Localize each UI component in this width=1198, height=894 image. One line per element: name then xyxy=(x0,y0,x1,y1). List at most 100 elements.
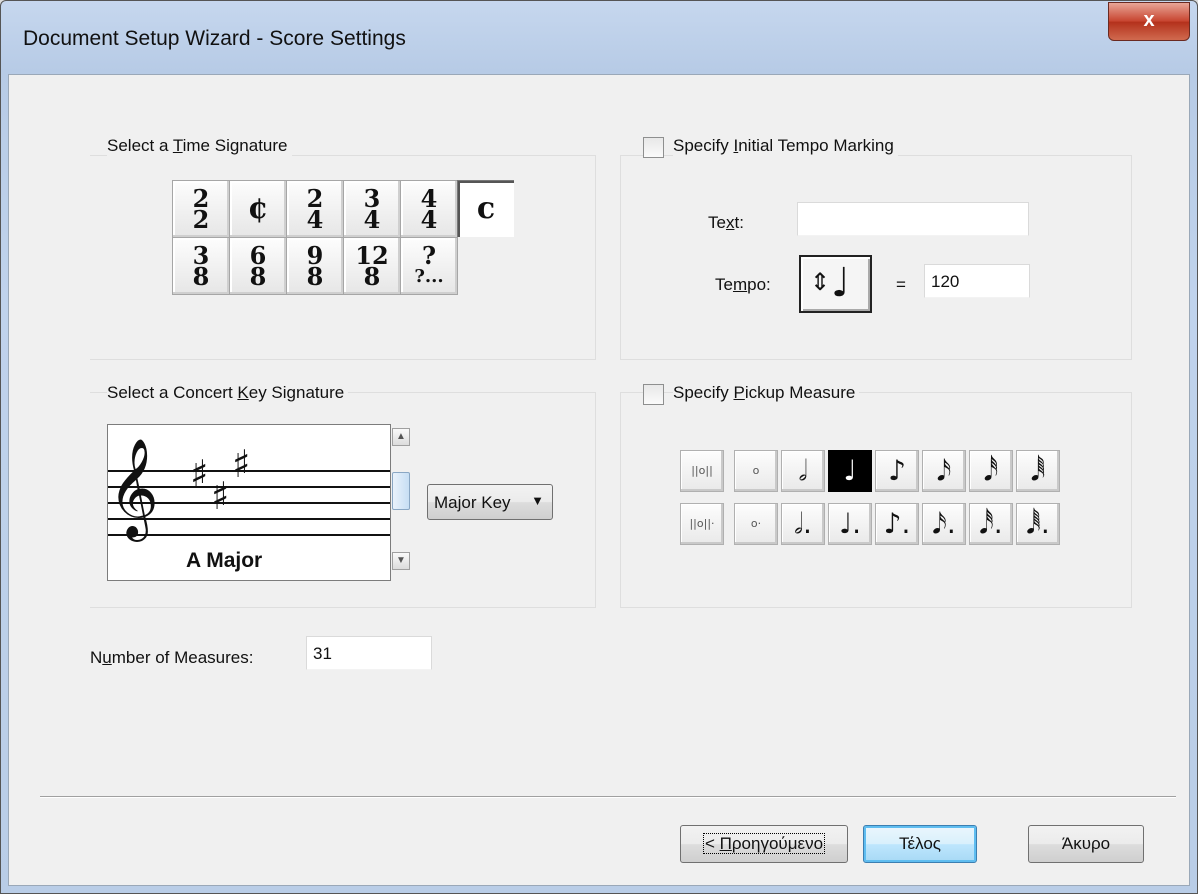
sharp-icon: ♯ xyxy=(232,442,251,486)
pickup-dotted-16th-note-button[interactable]: 𝅘𝅥𝅯. xyxy=(922,503,966,545)
measures-input[interactable]: 31 xyxy=(306,636,432,670)
ts-denominator: 4 xyxy=(420,205,438,234)
back-button-label: < Προηγούμενο xyxy=(702,833,826,854)
time-sig-2-2[interactable]: 22 xyxy=(172,180,230,238)
back-button[interactable]: < Προηγούμενο xyxy=(680,825,848,863)
pickup-32nd-note-button[interactable]: 𝅘𝅥𝅰 xyxy=(969,450,1013,492)
key-scrollbar[interactable]: ▲ ▼ xyxy=(392,424,412,579)
quarter-note-icon: ♩ xyxy=(831,260,850,306)
time-sig-9-8[interactable]: 98 xyxy=(286,237,344,295)
ts-symbol: ¢ xyxy=(247,191,269,226)
measures-label: Number of Measures: xyxy=(90,648,253,668)
label-text: N xyxy=(90,648,103,667)
label-accesskey: K xyxy=(237,383,249,402)
tempo-text-label: Text: xyxy=(708,213,744,233)
tempo-note-button[interactable]: ⇕ ♩ xyxy=(799,255,872,313)
scroll-thumb[interactable] xyxy=(392,472,410,510)
label-text: ey Signature xyxy=(248,383,345,402)
pickup-quarter-note-button[interactable]: ♩ xyxy=(828,450,872,492)
pickup-checkbox[interactable] xyxy=(643,384,664,405)
window-title: Document Setup Wizard - Score Settings xyxy=(23,27,406,50)
pickup-64th-note-button[interactable]: 𝅘𝅥𝅱 xyxy=(1016,450,1060,492)
pickup-whole-measure-button[interactable]: ||o|| xyxy=(680,450,724,492)
label-text: mber of Measures: xyxy=(111,648,254,667)
finish-button[interactable]: Τέλος xyxy=(863,825,977,863)
scroll-down-button[interactable]: ▼ xyxy=(392,552,410,570)
title-bar[interactable]: Document Setup Wizard - Score Settings x xyxy=(1,1,1197,75)
label-text: Te xyxy=(715,275,733,294)
ts-denominator: 8 xyxy=(306,262,324,291)
label-accesskey: P xyxy=(733,383,745,402)
time-sig-cut-time[interactable]: ¢ xyxy=(229,180,287,238)
label-text: Select a Concert xyxy=(107,383,238,402)
ts-denominator: 8 xyxy=(192,262,210,291)
tempo-text-input[interactable] xyxy=(797,202,1029,236)
sharp-icon: ♯ xyxy=(211,474,230,518)
time-sig-4-4[interactable]: 44 xyxy=(400,180,458,238)
label-text: t: xyxy=(734,213,744,232)
tempo-checkbox-label[interactable]: Specify Initial Tempo Marking xyxy=(673,136,898,156)
ts-denominator: 8 xyxy=(363,262,381,291)
cancel-button[interactable]: Άκυρο xyxy=(1028,825,1144,863)
label-text: < xyxy=(704,834,720,853)
ts-denominator: 4 xyxy=(306,205,324,234)
pickup-group xyxy=(620,392,1132,608)
close-button[interactable]: x xyxy=(1108,2,1190,41)
tempo-checkbox[interactable] xyxy=(643,137,664,158)
label-accesskey: u xyxy=(102,648,112,667)
time-sig-other[interactable]: ??... xyxy=(400,237,458,295)
label-accesskey: T xyxy=(172,136,183,155)
ts-symbol: c xyxy=(476,191,496,226)
up-down-icon: ⇕ xyxy=(810,269,831,296)
label-accesskey: Π xyxy=(719,834,732,853)
sharp-icon: ♯ xyxy=(190,452,209,496)
tempo-value-input[interactable]: 120 xyxy=(924,264,1030,298)
ts-denominator: 4 xyxy=(363,205,381,234)
label-text: ime Signature xyxy=(182,136,288,155)
key-name: A Major xyxy=(186,549,263,572)
time-sig-3-8[interactable]: 38 xyxy=(172,237,230,295)
ts-denominator: 8 xyxy=(249,262,267,291)
pickup-whole-note-button[interactable]: o xyxy=(734,450,778,492)
time-sig-6-8[interactable]: 68 xyxy=(229,237,287,295)
pickup-half-note-button[interactable]: 𝅗𝅥 xyxy=(781,450,825,492)
label-text: Select a xyxy=(107,136,173,155)
label-text: Te xyxy=(708,213,726,232)
tempo-group xyxy=(620,155,1132,360)
label-text: Specify xyxy=(673,136,734,155)
pickup-dotted-whole-note-button[interactable]: o· xyxy=(734,503,778,545)
key-mode-value: Major Key xyxy=(434,493,511,512)
treble-clef-icon: 𝄞 xyxy=(108,438,159,538)
ts-denominator: ?... xyxy=(414,266,444,287)
label-accesskey: m xyxy=(732,275,748,294)
time-sig-common-time[interactable]: c xyxy=(457,180,514,237)
time-sig-12-8[interactable]: 12 8 xyxy=(343,237,401,295)
time-sig-2-4[interactable]: 24 xyxy=(286,180,344,238)
key-signature-preview[interactable]: 𝄞 ♯ ♯ ♯ A Major xyxy=(107,424,391,581)
label-text: ickup Measure xyxy=(744,383,856,402)
pickup-dotted-eighth-note-button[interactable]: ♪. xyxy=(875,503,919,545)
pickup-checkbox-label[interactable]: Specify Pickup Measure xyxy=(673,383,860,403)
pickup-dotted-32nd-note-button[interactable]: 𝅘𝅥𝅰. xyxy=(969,503,1013,545)
equals-sign: = xyxy=(896,275,906,294)
tempo-value-label: Tempo: xyxy=(715,275,771,295)
chevron-down-icon: ▼ xyxy=(531,493,544,508)
ts-numerator: ? xyxy=(421,241,437,270)
pickup-dotted-whole-measure-button[interactable]: ||o||· xyxy=(680,503,724,545)
pickup-eighth-note-button[interactable]: ♪ xyxy=(875,450,919,492)
ts-denominator: 2 xyxy=(192,205,210,234)
pickup-16th-note-button[interactable]: 𝅘𝅥𝅯 xyxy=(922,450,966,492)
key-mode-select[interactable]: Major Key ▼ xyxy=(427,484,553,520)
key-signature-label: Select a Concert Key Signature xyxy=(107,383,349,403)
pickup-dotted-64th-note-button[interactable]: 𝅘𝅥𝅱. xyxy=(1016,503,1060,545)
pickup-dotted-half-note-button[interactable]: 𝅗𝅥. xyxy=(781,503,825,545)
footer-separator xyxy=(40,796,1176,798)
label-text: Specify xyxy=(673,383,734,402)
scroll-up-button[interactable]: ▲ xyxy=(392,428,410,446)
time-sig-3-4[interactable]: 34 xyxy=(343,180,401,238)
time-signature-label: Select a Time Signature xyxy=(107,136,292,156)
label-text: nitial Tempo Marking xyxy=(738,136,894,155)
label-text: ροηγούμενο xyxy=(731,834,824,853)
pickup-dotted-quarter-note-button[interactable]: ♩. xyxy=(828,503,872,545)
label-text: po: xyxy=(747,275,771,294)
